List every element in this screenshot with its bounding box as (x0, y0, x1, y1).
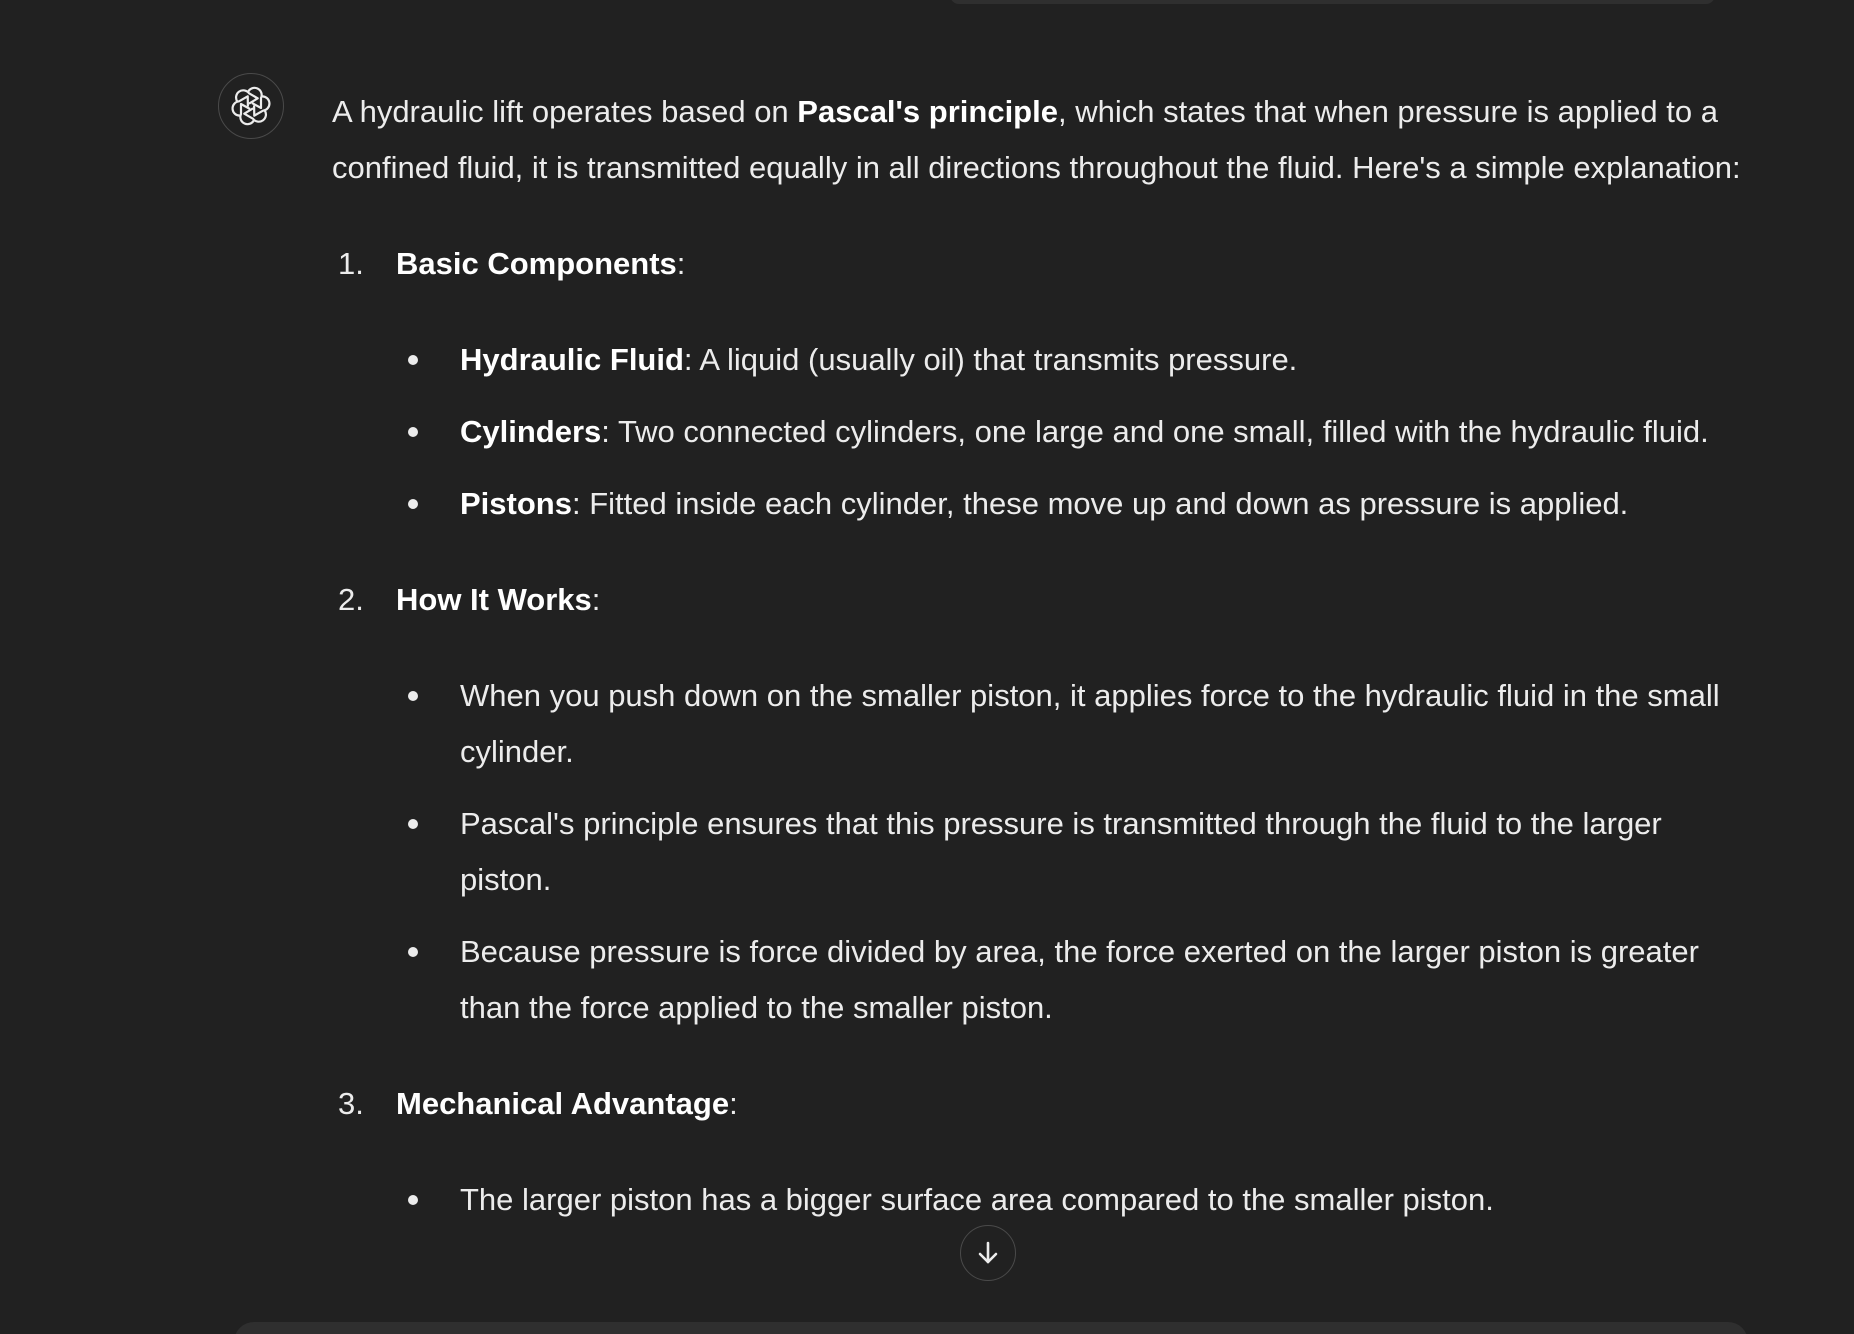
bullet-text: When you push down on the smaller piston… (460, 678, 1720, 769)
bullet-dot (408, 427, 418, 437)
bullet-dot (408, 1195, 418, 1205)
bullet-item: Cylinders: Two connected cylinders, one … (396, 404, 1752, 460)
steps-list: 1. Basic Components: Hydraulic Fluid: A … (332, 236, 1752, 1228)
bullet-bold: Pistons (460, 486, 572, 521)
step-item: 3. Mechanical Advantage: The larger pist… (332, 1076, 1752, 1228)
bullet-text: : Two connected cylinders, one large and… (601, 414, 1709, 449)
step-number: 2. (338, 582, 364, 617)
composer-top-edge (234, 1322, 1748, 1334)
bullet-item: When you push down on the smaller piston… (396, 668, 1752, 780)
assistant-avatar (218, 73, 284, 139)
bullet-item: Hydraulic Fluid: A liquid (usually oil) … (396, 332, 1752, 388)
arrow-down-icon (978, 1241, 998, 1264)
bullet-text: Because pressure is force divided by are… (460, 934, 1699, 1025)
bullet-dot (408, 947, 418, 957)
bullet-item: Because pressure is force divided by are… (396, 924, 1752, 1036)
step-title: Basic Components (396, 246, 677, 281)
bullet-text: The larger piston has a bigger surface a… (460, 1182, 1494, 1217)
top-panel-edge (950, 0, 1715, 4)
step-title: Mechanical Advantage (396, 1086, 730, 1121)
bullet-dot (408, 819, 418, 829)
step-colon: : (676, 246, 686, 281)
bullet-text: : A liquid (usually oil) that transmits … (683, 342, 1298, 377)
bullet-text: Pascal's principle ensures that this pre… (460, 806, 1662, 897)
bullet-list: Hydraulic Fluid: A liquid (usually oil) … (396, 332, 1752, 532)
openai-logo-icon (231, 86, 271, 126)
step-colon: : (591, 582, 601, 617)
step-item: 2. How It Works: When you push down on t… (332, 572, 1752, 1036)
step-colon: : (729, 1086, 738, 1121)
step-number: 1. (338, 246, 364, 281)
bullet-dot (408, 691, 418, 701)
bullet-dot (408, 499, 418, 509)
bullet-dot (408, 355, 418, 365)
bullet-bold: Hydraulic Fluid (460, 342, 684, 377)
bullet-item: Pascal's principle ensures that this pre… (396, 796, 1752, 908)
intro-paragraph: A hydraulic lift operates based on Pasca… (332, 84, 1752, 196)
bullet-list: When you push down on the smaller piston… (396, 668, 1752, 1036)
step-item: 1. Basic Components: Hydraulic Fluid: A … (332, 236, 1752, 532)
bullet-item: The larger piston has a bigger surface a… (396, 1172, 1752, 1228)
assistant-message: A hydraulic lift operates based on Pasca… (332, 84, 1752, 1268)
step-title: How It Works (396, 582, 592, 617)
bullet-list: The larger piston has a bigger surface a… (396, 1172, 1752, 1228)
scroll-to-bottom-button[interactable] (960, 1225, 1016, 1281)
intro-bold-term: Pascal's principle (797, 94, 1058, 129)
bullet-text: : Fitted inside each cylinder, these mov… (571, 486, 1629, 521)
bullet-item: Pistons: Fitted inside each cylinder, th… (396, 476, 1752, 532)
intro-text-before: A hydraulic lift operates based on (332, 94, 798, 129)
step-number: 3. (338, 1086, 364, 1121)
bullet-bold: Cylinders (460, 414, 602, 449)
